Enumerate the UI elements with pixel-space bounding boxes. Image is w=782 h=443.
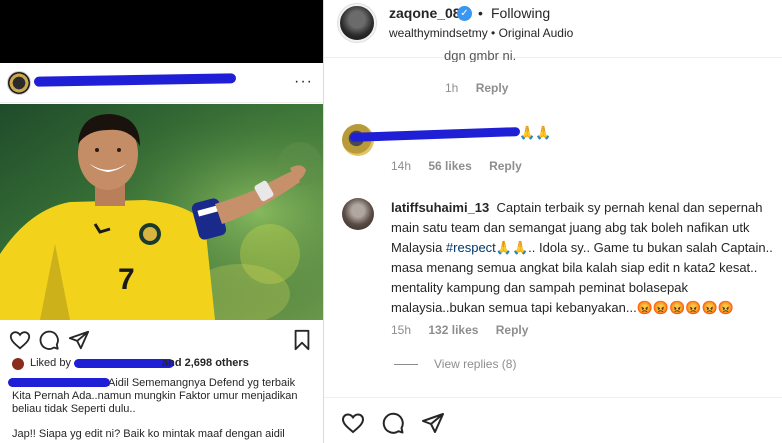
- view-replies-line: [394, 364, 418, 366]
- caption-line-2: Kita Pernah Ada..namun mungkin Faktor um…: [12, 390, 298, 402]
- comment-3-line6: malaysia..bukan semua tapi kebanyakan...…: [391, 300, 734, 315]
- header-divider: [324, 57, 782, 58]
- comment-3-avatar[interactable]: [342, 198, 374, 230]
- reel-author-avatar[interactable]: [338, 4, 376, 42]
- original-audio-link[interactable]: wealthymindsetmy • Original Audio: [389, 26, 573, 40]
- liked-by-row[interactable]: Liked by and 2,698 others: [12, 357, 317, 371]
- reel-comment-icon[interactable]: [381, 411, 405, 435]
- verified-badge-icon: ✓: [457, 6, 472, 21]
- post-caption: Aidil Sememangnya Defend yg terbaik Kita…: [8, 377, 317, 416]
- comment-3-likes[interactable]: 132 likes: [428, 323, 478, 337]
- view-replies-button[interactable]: View replies (8): [394, 357, 516, 371]
- comment-2-reply[interactable]: Reply: [489, 159, 522, 173]
- post-photo[interactable]: 7: [0, 104, 323, 320]
- following-button[interactable]: Following: [491, 5, 550, 21]
- comment-3-line4: masa menang semua angkat bila kalah siap…: [391, 260, 758, 275]
- comment-3-line5: mentality kampung dan sampah peminat bol…: [391, 280, 689, 295]
- comment-3-line1: latiffsuhaimi_13 Captain terbaik sy pern…: [391, 198, 782, 218]
- comment-3-reply[interactable]: Reply: [496, 323, 529, 337]
- comment-1-reply[interactable]: Reply: [476, 81, 509, 95]
- comment-2-time: 14h: [391, 159, 412, 173]
- comment-3-time: 15h: [391, 323, 412, 337]
- reel-like-heart-icon[interactable]: [341, 411, 365, 435]
- comment-2-likes[interactable]: 56 likes: [428, 159, 471, 173]
- share-send-icon[interactable]: [68, 329, 90, 351]
- comment-icon[interactable]: [38, 329, 60, 351]
- post-header: ···: [0, 63, 323, 103]
- jersey-number: 7: [118, 263, 135, 296]
- comment-3-body: latiffsuhaimi_13 Captain terbaik sy pern…: [391, 198, 782, 318]
- comment-3-line1-text: Captain terbaik sy pernah kenal dan sepe…: [496, 200, 763, 215]
- save-bookmark-icon[interactable]: [291, 329, 313, 351]
- comment-3-meta: 15h 132 likes Reply: [391, 323, 542, 337]
- comments-panel: zaqone_08 ✓ • Following wealthymindsetmy…: [323, 0, 782, 443]
- reel-username[interactable]: zaqone_08: [389, 5, 461, 21]
- header-separator: •: [478, 5, 483, 21]
- post-actions: [0, 326, 323, 352]
- footer-divider: [324, 397, 782, 398]
- liker-avatar: [12, 358, 24, 370]
- comment-partial-text: dgn gmbr ni.: [444, 48, 517, 62]
- comment-3-line2: main satu team dan semangat juang abg ta…: [391, 220, 750, 235]
- caption-line-3: beliau tidak Seperti dulu..: [12, 403, 136, 415]
- comment-3-line3-before: Malaysia: [391, 240, 446, 255]
- hashtag-link[interactable]: #respect🙏🙏: [446, 240, 528, 255]
- redacted-caption-username: [8, 378, 110, 387]
- redacted-liker-name: [74, 359, 174, 368]
- view-replies-label: View replies (8): [434, 357, 517, 371]
- top-black-bar: [0, 0, 323, 63]
- liked-by-prefix: Liked by: [30, 357, 71, 369]
- redacted-username: [33, 73, 237, 87]
- like-heart-icon[interactable]: [9, 329, 31, 351]
- comment-1-time: 1h: [445, 81, 459, 95]
- post-author-avatar[interactable]: [7, 71, 31, 95]
- liked-by-suffix: and 2,698 others: [162, 357, 249, 369]
- caption-footer: Jap!! Siapa yg edit ni? Baik ko mintak m…: [12, 428, 285, 440]
- comment-2-text: 🙏🙏: [519, 125, 552, 140]
- comment-1-meta: 1h Reply: [445, 81, 522, 95]
- comment-3-line3: Malaysia #respect🙏🙏.. Idola sy.. Game tu…: [391, 238, 782, 258]
- comment-3-username[interactable]: latiffsuhaimi_13: [391, 200, 489, 215]
- comment-2-meta: 14h 56 likes Reply: [391, 159, 536, 173]
- comment-3-line3-after: .. Idola sy.. Game tu bukan salah Captai…: [528, 240, 773, 255]
- reel-header: zaqone_08 ✓ • Following wealthymindsetmy…: [324, 0, 782, 47]
- post-panel: ··· 7 Liked by and 2,698 others Aidil Se…: [0, 0, 323, 443]
- reel-share-send-icon[interactable]: [421, 411, 445, 435]
- more-options-icon[interactable]: ···: [294, 73, 313, 91]
- redacted-comment-2-username: [349, 127, 521, 142]
